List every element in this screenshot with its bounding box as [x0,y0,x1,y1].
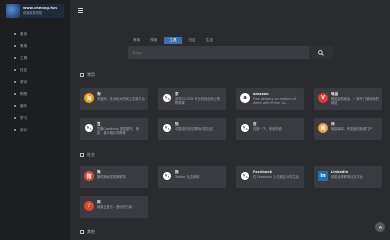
card-desc: 网易新闻，有态度的新闻门户 [331,127,373,131]
folder-icon [80,73,84,77]
nav-dot-icon [14,129,16,131]
sidebar-item-8[interactable]: 设计 [14,126,27,134]
folder-icon [80,230,84,234]
card-title: amazon [253,92,269,96]
tab-4[interactable]: 生活 [203,37,216,44]
netease-icon: 网 [318,123,328,133]
sidebar-item-7[interactable]: 学习 [14,114,27,122]
site-card[interactable]: 京 京东JD.COM-专业的综合网上购物商城 [158,88,226,110]
folder-icon [80,153,84,157]
search-bar [128,46,333,59]
linkedin-icon: in [318,171,328,181]
site-card[interactable]: 微 微 随时随地发现新鲜事 [80,166,148,188]
card-desc: Twitter 社交网络 [175,175,200,179]
amazon-icon: a [240,93,250,103]
card-desc: 领英全球职场社交平台 [331,175,363,179]
logo-icon [6,4,20,18]
site-card[interactable]: 百 百度一下，你就知道 [236,118,304,140]
nav-dot-icon [14,45,16,47]
nav-dot-icon [14,57,16,59]
sidebar: www.chenng.fun 资源收录导航 首页 常用 工具 社区 资讯 购物 … [0,0,70,240]
site-card[interactable]: a amazon Free delivery on millions of it… [236,88,304,110]
site-card[interactable]: 知 中国领先的互联网问答社区 [158,118,226,140]
site-card[interactable]: 淘 淘 淘宝网 - 亚洲较大的网上交易平台 [80,88,148,110]
search-tabs: 常用 搜索 工具 社区 生活 [130,37,216,44]
nav-dot-icon [14,105,16,107]
search-button[interactable] [309,46,333,59]
globe-icon [84,123,94,133]
site-card[interactable]: 豆 豆瓣Coodtime 提供图书、电影、音乐唱片的推荐 [80,118,148,140]
site-card[interactable]: ♪ 网 网易云音乐 - 音乐的力量 [80,196,148,218]
sidebar-item-6[interactable]: 娱乐 [14,102,27,110]
site-card[interactable]: Facebook 在 Facebook 上与朋友分享生活 [236,166,304,188]
search-icon [318,49,324,56]
section-title-1: 社交 [80,152,95,158]
vip-icon: V [318,93,328,103]
nav-dot-icon [14,117,16,119]
globe-icon [240,171,250,181]
site-card[interactable]: 推 Twitter 社交网络 [158,166,226,188]
topbar [70,0,390,22]
site-card[interactable]: V 唯品 唯品会特卖会：一家专门做特卖的网站 [314,88,382,110]
sidebar-item-0[interactable]: 首页 [14,30,27,38]
logo-subtitle: 资源收录导航 [23,10,43,15]
sidebar-item-5[interactable]: 购物 [14,90,27,98]
card-desc: 在 Facebook 上与朋友分享生活 [253,175,299,179]
card-desc: 中国领先的互联网问答社区 [175,127,214,131]
globe-icon [162,171,172,181]
tab-1[interactable]: 搜索 [147,37,160,44]
back-to-top-button[interactable] [375,222,385,232]
music-icon: ♪ [84,201,94,211]
globe-icon [240,123,250,133]
tab-3[interactable]: 社区 [186,37,199,44]
card-desc: 豆瓣Coodtime 提供图书、电影、音乐唱片的推荐 [97,127,139,136]
site-card[interactable]: in LinkedIn 领英全球职场社交平台 [314,166,382,188]
chevron-up-icon [378,225,382,229]
tab-0[interactable]: 常用 [130,37,143,44]
card-title: LinkedIn [331,170,349,174]
taobao-icon: 淘 [84,93,94,103]
globe-icon [162,123,172,133]
sidebar-item-1[interactable]: 常用 [14,42,27,50]
sidebar-item-3[interactable]: 社区 [14,66,27,74]
section-title-0: 常用 [80,72,95,78]
site-logo[interactable]: www.chenng.fun 资源收录导航 [6,4,64,18]
card-desc: 随时随地发现新鲜事 [97,175,126,179]
sidebar-item-2[interactable]: 工具 [14,54,27,62]
nav-dot-icon [14,93,16,95]
globe-icon [162,93,172,103]
card-desc: 百度一下，你就知道 [253,127,282,131]
search-input[interactable] [133,46,303,59]
sidebar-item-4[interactable]: 资讯 [14,78,27,86]
card-desc: Free delivery on millions of items with … [253,97,296,106]
nav-dot-icon [14,69,16,71]
card-desc: 淘宝网 - 亚洲较大的网上交易平台 [97,97,145,101]
menu-icon[interactable] [78,8,83,13]
tab-2[interactable]: 工具 [164,37,182,44]
card-desc: 网易云音乐 - 音乐的力量 [97,205,133,209]
card-title: Facebook [253,170,273,174]
nav-dot-icon [14,33,16,35]
card-desc: 京东JD.COM-专业的综合网上购物商城 [175,97,220,106]
site-card[interactable]: 网 网 网易新闻，有态度的新闻门户 [314,118,382,140]
section-title-2: 其他 [80,229,95,235]
card-desc: 唯品会特卖会：一家专门做特卖的网站 [331,97,379,106]
nav-dot-icon [14,81,16,83]
weibo-icon: 微 [84,171,94,181]
